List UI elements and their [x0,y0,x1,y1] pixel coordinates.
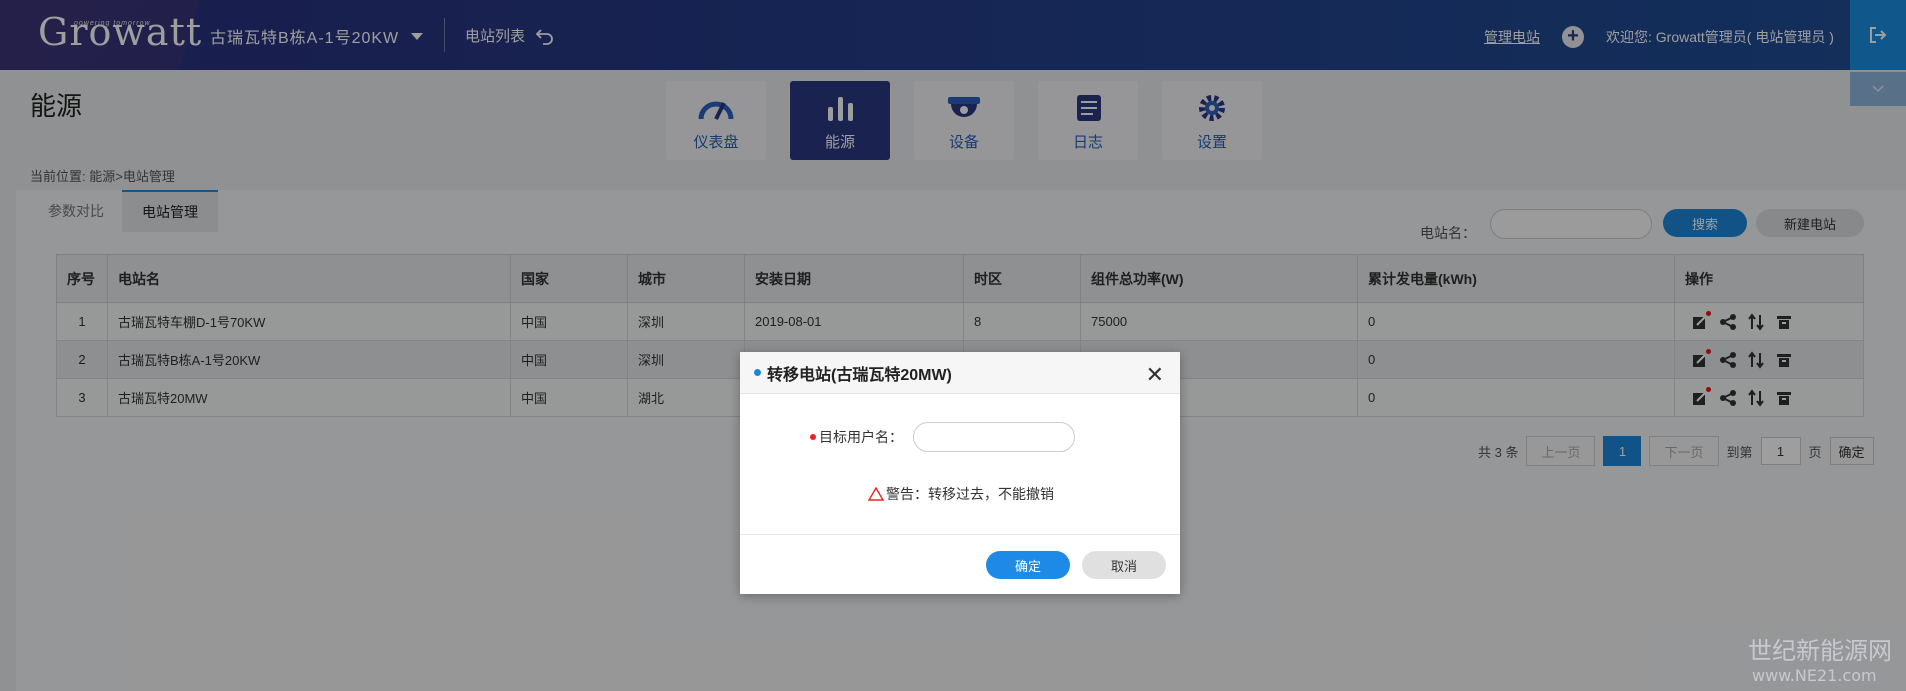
target-username-input[interactable] [913,422,1075,452]
required-indicator [810,434,816,440]
transfer-plant-dialog: 转移电站(古瑞瓦特20MW) ✕ 目标用户名： 警告：转移过去，不能撤销 确定 … [740,352,1180,594]
warning-text: 警告：转移过去，不能撤销 [886,486,1054,502]
transfer-warning: 警告：转移过去，不能撤销 [868,484,1054,504]
dialog-footer: 确定 取消 [740,534,1180,594]
warning-triangle-icon [868,487,884,501]
confirm-button[interactable]: 确定 [986,551,1070,579]
dialog-title: 转移电站(古瑞瓦特20MW) [767,366,952,384]
dialog-title-dot [754,369,761,376]
cancel-button[interactable]: 取消 [1082,551,1166,579]
watermark-url: www.NE21.com [1752,666,1877,685]
watermark-text: 世纪新能源网 [1748,637,1892,665]
close-icon[interactable]: ✕ [1146,362,1164,388]
dialog-header: 转移电站(古瑞瓦特20MW) ✕ [740,352,1180,394]
target-username-row: 目标用户名： [810,422,1075,452]
target-username-label: 目标用户名： [819,429,903,445]
